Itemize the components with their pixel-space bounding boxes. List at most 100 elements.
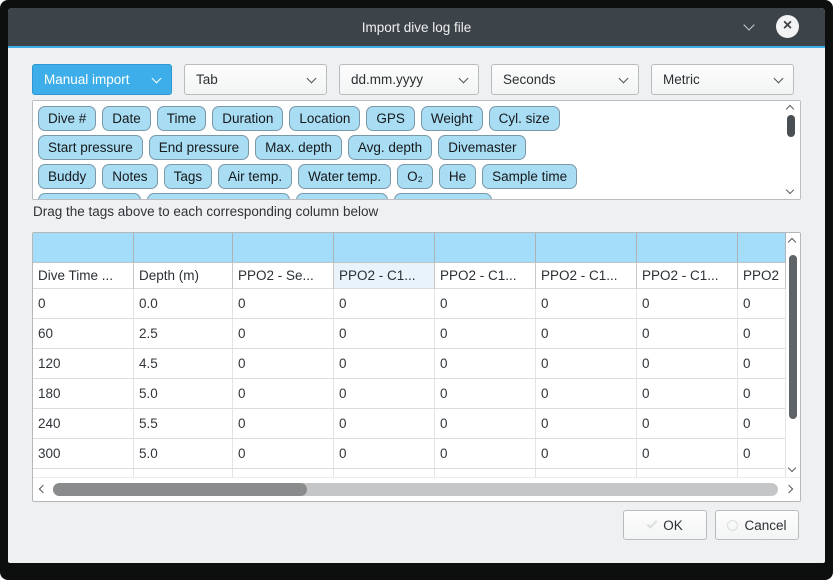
chevron-down-icon[interactable] — [786, 186, 794, 194]
table-cell: 0 — [334, 349, 435, 379]
tag-max-depth[interactable]: Max. depth — [255, 135, 342, 160]
chevron-down-icon — [307, 73, 317, 83]
table-cell: 0 — [738, 439, 786, 469]
tag-sample-depth[interactable]: Sample depth — [38, 193, 141, 200]
table-cell: 0 — [334, 379, 435, 409]
drop-target-cell[interactable] — [435, 233, 536, 262]
combo-metric[interactable]: Metric — [651, 64, 794, 95]
table-cell — [435, 469, 536, 477]
chevron-up-icon[interactable] — [786, 105, 794, 113]
chevron-down-icon — [459, 73, 469, 83]
table-cell: 0 — [637, 379, 738, 409]
table-cell: 2.5 — [134, 319, 233, 349]
tag-tags[interactable]: Tags — [164, 164, 213, 189]
scrollbar-thumb[interactable] — [789, 255, 797, 419]
table-row: 1805.0000000 — [33, 379, 786, 409]
combo-tab[interactable]: Tab — [184, 64, 327, 95]
chevron-down-icon — [619, 73, 629, 83]
column-header: PPO2 - C1... — [334, 263, 435, 289]
tag-end-pressure[interactable]: End pressure — [149, 135, 249, 160]
column-header: PPO2 — [738, 263, 786, 289]
tag-dive[interactable]: Dive # — [38, 106, 96, 131]
horizontal-scrollbar[interactable] — [33, 477, 800, 501]
tags-scrollbar[interactable] — [784, 103, 798, 197]
combo-seconds[interactable]: Seconds — [491, 64, 639, 95]
table-cell: 0 — [637, 409, 738, 439]
drop-target-cell[interactable] — [233, 233, 334, 262]
close-button[interactable]: × — [776, 15, 799, 38]
tag-air-temp[interactable]: Air temp. — [218, 164, 292, 189]
tag-water-temp[interactable]: Water temp. — [298, 164, 391, 189]
table-cell: 0 — [233, 439, 334, 469]
chevron-right-icon[interactable] — [785, 485, 793, 493]
dialog-buttons: OK Cancel — [623, 510, 799, 540]
drop-target-cell[interactable] — [334, 233, 435, 262]
scrollbar-thumb[interactable] — [787, 115, 795, 137]
screen: Import dive log file × Manual import Tab d… — [0, 0, 833, 580]
table-row: 3005.0000000 — [33, 439, 786, 469]
table-cell: 0 — [738, 319, 786, 349]
table-cell: 120 — [33, 349, 134, 379]
table-cell: 0 — [435, 379, 536, 409]
tag-location[interactable]: Location — [289, 106, 360, 131]
table-cell: 0 — [334, 289, 435, 319]
drop-target-cell[interactable] — [134, 233, 233, 262]
combo-dd-mm-yyyy[interactable]: dd.mm.yyyy — [339, 64, 479, 95]
table-cell: 0 — [637, 439, 738, 469]
chevron-up-icon[interactable] — [788, 238, 796, 246]
tag-divemaster[interactable]: Divemaster — [438, 135, 526, 160]
scrollbar-track[interactable] — [53, 483, 778, 496]
tag-gps[interactable]: GPS — [366, 106, 415, 131]
chevron-down-icon[interactable] — [788, 464, 796, 472]
table-cell — [637, 469, 738, 477]
drop-zone-row — [33, 233, 786, 263]
table-cell: 0 — [334, 439, 435, 469]
table-cell: 0 — [536, 289, 637, 319]
tag-sample-cns[interactable]: Sample CNS — [394, 193, 492, 200]
combo-label: dd.mm.yyyy — [351, 72, 423, 87]
ok-button[interactable]: OK — [623, 510, 707, 540]
tag-sample-time[interactable]: Sample time — [482, 164, 577, 189]
tag-sample-po[interactable]: Sample pO₂ — [296, 193, 389, 200]
tag-o[interactable]: O₂ — [397, 164, 433, 189]
chevron-left-icon[interactable] — [39, 485, 47, 493]
tag-cyl-size[interactable]: Cyl. size — [489, 106, 560, 131]
table-cell: 0 — [435, 289, 536, 319]
drop-target-cell[interactable] — [536, 233, 637, 262]
combo-manual-import[interactable]: Manual import — [32, 64, 172, 95]
table-cell — [233, 469, 334, 477]
titlebar-accent-line — [8, 46, 825, 48]
table-cell — [536, 469, 637, 477]
table-cell: 0 — [334, 409, 435, 439]
drop-target-cell[interactable] — [33, 233, 134, 262]
tag-duration[interactable]: Duration — [212, 106, 283, 131]
cancel-button[interactable]: Cancel — [715, 510, 799, 540]
tag-date[interactable]: Date — [102, 106, 151, 131]
table-row: 00.0000000 — [33, 289, 786, 319]
table-cell: 5.0 — [134, 439, 233, 469]
import-preview-table: Dive Time ...Depth (m)PPO2 - Se...PPO2 -… — [32, 232, 801, 502]
column-header: Depth (m) — [134, 263, 233, 289]
table-cell: 0 — [536, 409, 637, 439]
tag-sample-temperature[interactable]: Sample temperature — [147, 193, 289, 200]
table-cell — [334, 469, 435, 477]
tag-avg-depth[interactable]: Avg. depth — [348, 135, 432, 160]
table-cell: 0 — [233, 319, 334, 349]
window-title: Import dive log file — [362, 20, 472, 35]
titlebar[interactable]: Import dive log file — [8, 8, 825, 46]
tag-start-pressure[interactable]: Start pressure — [38, 135, 143, 160]
table-cell: 0 — [334, 319, 435, 349]
tag-row: Sample depth Sample temperature Sample pO₂… — [38, 193, 780, 200]
scrollbar-thumb[interactable] — [53, 483, 307, 496]
tag-he[interactable]: He — [439, 164, 476, 189]
drop-target-cell[interactable] — [637, 233, 738, 262]
shade-button[interactable] — [741, 20, 757, 34]
vertical-scrollbar[interactable] — [786, 233, 800, 477]
column-header: PPO2 - C1... — [536, 263, 637, 289]
clipped-table-row — [33, 469, 786, 477]
tag-notes[interactable]: Notes — [102, 164, 157, 189]
tag-buddy[interactable]: Buddy — [38, 164, 96, 189]
tag-time[interactable]: Time — [157, 106, 207, 131]
tag-weight[interactable]: Weight — [421, 106, 483, 131]
drop-target-cell[interactable] — [738, 233, 786, 262]
